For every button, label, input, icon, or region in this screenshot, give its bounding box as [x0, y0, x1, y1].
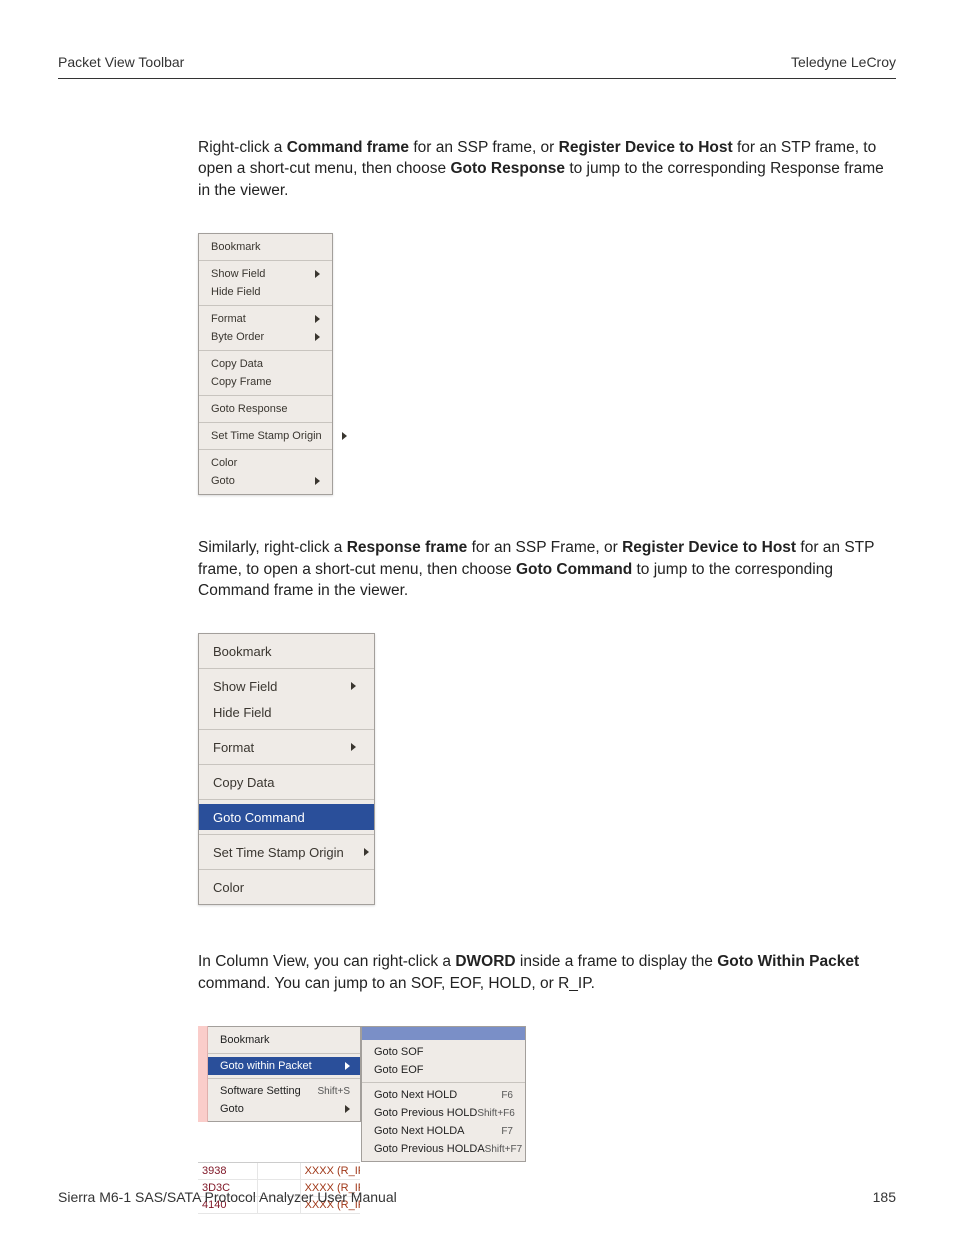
submenu-item-goto-previous-holda[interactable]: Goto Previous HOLDAShift+F7 — [362, 1140, 525, 1158]
submenu-item-goto-next-holda[interactable]: Goto Next HOLDAF7 — [362, 1122, 525, 1140]
menu-item-hide-field[interactable]: Hide Field — [199, 283, 332, 301]
menu-item-bookmark[interactable]: Bookmark — [199, 238, 332, 256]
chevron-right-icon — [345, 1105, 350, 1113]
chevron-right-icon — [315, 333, 320, 341]
context-menu-dword: Bookmark Goto within Packet Software Set… — [207, 1026, 361, 1122]
context-menu-response-frame: Bookmark Show Field Hide Field Format Co… — [198, 633, 375, 905]
chevron-right-icon — [315, 315, 320, 323]
chevron-right-icon — [342, 432, 347, 440]
menu-item-copy-data[interactable]: Copy Data — [199, 355, 332, 373]
submenu-item-goto-next-hold[interactable]: Goto Next HOLDF6 — [362, 1086, 525, 1104]
page-footer: Sierra M6-1 SAS/SATA Protocol Analyzer U… — [58, 1189, 896, 1205]
dword-mid-cell — [258, 1163, 300, 1179]
footer-page-number: 185 — [873, 1189, 896, 1205]
menu-item-goto[interactable]: Goto — [199, 472, 332, 490]
menu-item-show-field[interactable]: Show Field — [199, 265, 332, 283]
column-view-table: 3938 XXXX (R_IP 3D3C XXXX (R_IP 4140 XXX… — [198, 1162, 360, 1214]
menu-item-copy-data[interactable]: Copy Data — [199, 769, 374, 795]
submenu-header-strip — [362, 1027, 525, 1040]
page-header: Packet View Toolbar Teledyne LeCroy — [0, 0, 954, 76]
menu-item-color[interactable]: Color — [199, 454, 332, 472]
chevron-right-icon — [315, 477, 320, 485]
menu-item-goto[interactable]: Goto — [208, 1100, 360, 1118]
menu-item-goto-response[interactable]: Goto Response — [199, 400, 332, 418]
menu-item-goto-command[interactable]: Goto Command — [199, 804, 374, 830]
chevron-right-icon — [315, 270, 320, 278]
chevron-right-icon — [345, 1062, 350, 1070]
column-view-example: Bookmark Goto within Packet Software Set… — [198, 1026, 954, 1214]
table-row: 3938 XXXX (R_IP — [198, 1163, 360, 1180]
submenu-item-goto-previous-hold[interactable]: Goto Previous HOLDShift+F6 — [362, 1104, 525, 1122]
menu-item-set-time-stamp-origin[interactable]: Set Time Stamp Origin — [199, 839, 374, 865]
submenu-goto-within-packet: Goto SOF Goto EOF Goto Next HOLDF6 Goto … — [361, 1026, 526, 1162]
submenu-item-goto-sof[interactable]: Goto SOF — [362, 1043, 525, 1061]
context-menu-command-frame: Bookmark Show Field Hide Field Format By… — [198, 233, 333, 495]
submenu-item-goto-eof[interactable]: Goto EOF — [362, 1061, 525, 1079]
footer-left: Sierra M6-1 SAS/SATA Protocol Analyzer U… — [58, 1189, 397, 1205]
chevron-right-icon — [351, 682, 356, 690]
menu-item-goto-within-packet[interactable]: Goto within Packet — [208, 1057, 360, 1075]
menu-item-format[interactable]: Format — [199, 734, 374, 760]
dword-value-cell: XXXX (R_IP — [301, 1163, 360, 1179]
chevron-right-icon — [364, 848, 369, 856]
menu-item-color[interactable]: Color — [199, 874, 374, 900]
chevron-right-icon — [351, 743, 356, 751]
paragraph-goto-command: Similarly, right-click a Response frame … — [198, 537, 896, 601]
header-right: Teledyne LeCroy — [791, 54, 896, 70]
menu-item-bookmark[interactable]: Bookmark — [208, 1031, 360, 1049]
menu-item-byte-order[interactable]: Byte Order — [199, 328, 332, 346]
menu-item-copy-frame[interactable]: Copy Frame — [199, 373, 332, 391]
menu-item-hide-field[interactable]: Hide Field — [199, 699, 374, 725]
menu-item-format[interactable]: Format — [199, 310, 332, 328]
menu-item-software-setting[interactable]: Software SettingShift+S — [208, 1082, 360, 1100]
dword-offset-cell: 3938 — [198, 1163, 258, 1179]
header-left: Packet View Toolbar — [58, 54, 184, 70]
menu-item-show-field[interactable]: Show Field — [199, 673, 374, 699]
paragraph-goto-response: Right-click a Command frame for an SSP f… — [198, 137, 896, 201]
menu-item-bookmark[interactable]: Bookmark — [199, 638, 374, 664]
paragraph-goto-within-packet: In Column View, you can right-click a DW… — [198, 951, 896, 994]
column-view-strip — [198, 1026, 208, 1122]
menu-item-set-time-stamp-origin[interactable]: Set Time Stamp Origin — [199, 427, 332, 445]
